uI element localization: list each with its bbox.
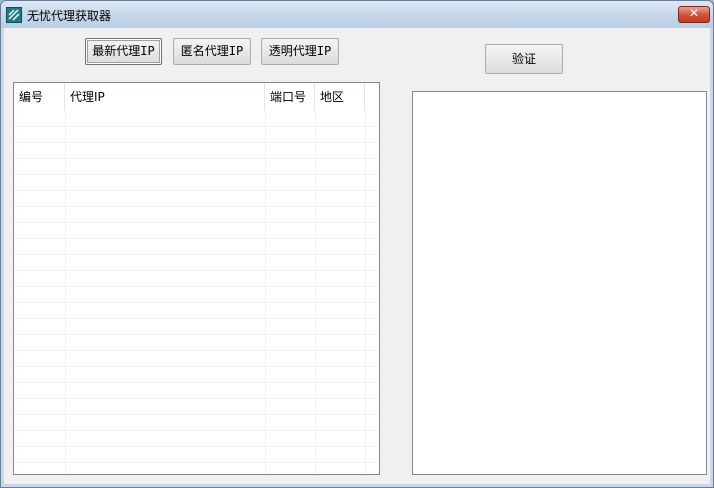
client-area: 最新代理IP 匿名代理IP 透明代理IP 验证 编号 代理IP 端口号 地区	[4, 28, 710, 484]
anonymous-proxy-button[interactable]: 匿名代理IP	[173, 38, 251, 65]
title-bar[interactable]: 无忧代理获取器 ✕	[1, 1, 713, 28]
empty-list-row	[14, 207, 379, 223]
proxy-list[interactable]: 编号 代理IP 端口号 地区	[13, 82, 380, 475]
empty-list-row	[14, 367, 379, 383]
empty-list-row	[14, 447, 379, 463]
empty-list-row	[14, 127, 379, 143]
list-header: 编号 代理IP 端口号 地区	[14, 83, 379, 111]
empty-list-row	[14, 111, 379, 127]
empty-list-row	[14, 271, 379, 287]
latest-proxy-button[interactable]: 最新代理IP	[85, 38, 162, 65]
empty-list-row	[14, 399, 379, 415]
verify-button[interactable]: 验证	[485, 44, 563, 74]
empty-list-row	[14, 143, 379, 159]
column-header-id[interactable]: 编号	[14, 83, 65, 111]
empty-list-row	[14, 255, 379, 271]
transparent-proxy-button[interactable]: 透明代理IP	[261, 38, 339, 65]
empty-list-row	[14, 383, 379, 399]
column-header-port[interactable]: 端口号	[265, 83, 315, 111]
empty-list-row	[14, 159, 379, 175]
empty-list-row	[14, 335, 379, 351]
empty-list-row	[14, 319, 379, 335]
empty-list-row	[14, 175, 379, 191]
empty-list-row	[14, 287, 379, 303]
empty-list-row	[14, 463, 379, 474]
close-icon: ✕	[688, 6, 700, 20]
result-textbox[interactable]	[412, 91, 707, 475]
empty-list-row	[14, 239, 379, 255]
window-title: 无忧代理获取器	[27, 9, 112, 23]
empty-list-row	[14, 303, 379, 319]
column-header-region[interactable]: 地区	[315, 83, 365, 111]
app-icon	[6, 7, 22, 23]
empty-list-row	[14, 351, 379, 367]
empty-list-row	[14, 415, 379, 431]
main-window: 无忧代理获取器 ✕ 最新代理IP 匿名代理IP 透明代理IP 验证 编号 代理I…	[0, 0, 714, 488]
column-header-proxy-ip[interactable]: 代理IP	[65, 83, 265, 111]
close-button[interactable]: ✕	[678, 6, 710, 23]
empty-list-row	[14, 191, 379, 207]
empty-list-row	[14, 223, 379, 239]
empty-list-row	[14, 431, 379, 447]
